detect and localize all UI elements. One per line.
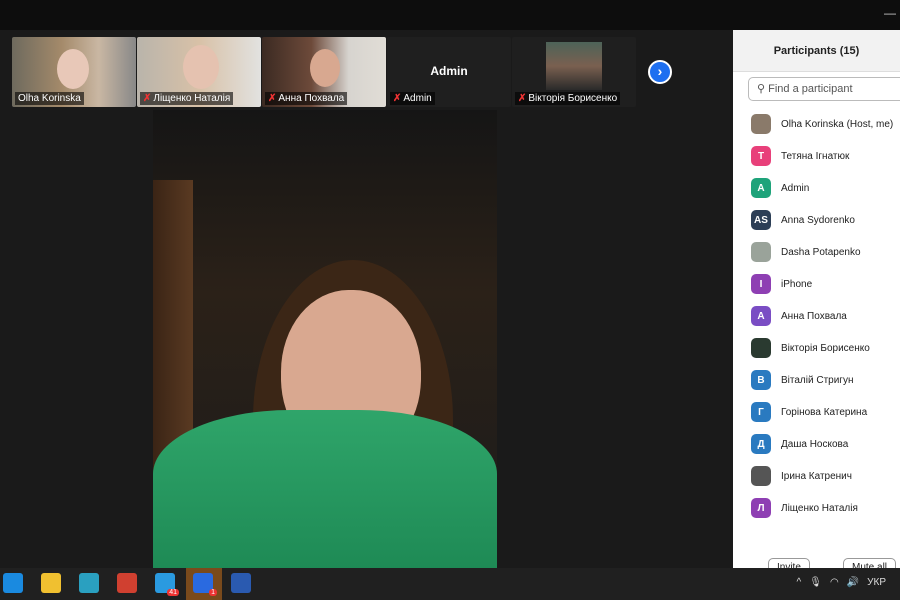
- avatar: A: [751, 178, 771, 198]
- panel-title: Participants (15): [733, 30, 900, 72]
- badge: 1: [209, 589, 217, 596]
- participant-name: Admin: [403, 93, 432, 104]
- participant-name: Анна Похвала: [781, 310, 847, 322]
- avatar: Г: [751, 402, 771, 422]
- avatar: AS: [751, 210, 771, 230]
- avatar: A: [751, 306, 771, 326]
- language-indicator[interactable]: УКР: [867, 577, 886, 588]
- chevron-right-icon: ›: [657, 63, 663, 79]
- avatar: I: [751, 274, 771, 294]
- participant-name: Ліщенко Наталія: [781, 502, 858, 514]
- active-speaker-video: [153, 110, 497, 568]
- participant-name: Ліщенко Наталія: [153, 93, 231, 104]
- mic-muted-icon: ✗: [143, 93, 152, 104]
- participant-item[interactable]: Г Горінова Катерина: [733, 396, 900, 428]
- next-page-button[interactable]: ›: [648, 60, 672, 84]
- participants-panel: Participants (15) ⚲ Find a participant O…: [733, 30, 900, 578]
- participant-item[interactable]: Д Даша Носкова: [733, 428, 900, 460]
- edge-icon[interactable]: [79, 573, 99, 593]
- participant-name: Anna Sydorenko: [781, 214, 855, 226]
- participant-item[interactable]: A Анна Похвала: [733, 300, 900, 332]
- video-tile[interactable]: ✗ Вікторія Борисенко: [512, 37, 636, 107]
- mic-muted-icon: ✗: [268, 93, 277, 104]
- avatar: [751, 242, 771, 262]
- badge: 41: [167, 589, 179, 596]
- participant-item[interactable]: A Admin: [733, 172, 900, 204]
- participant-name: Горінова Катерина: [781, 406, 868, 418]
- title-bar: —: [0, 0, 900, 30]
- mail-icon[interactable]: [3, 573, 23, 593]
- avatar: [751, 338, 771, 358]
- chrome-icon[interactable]: [117, 573, 137, 593]
- participant-name: Даша Носкова: [781, 438, 849, 450]
- participant-name: Вікторія Борисенко: [781, 342, 870, 354]
- participant-item[interactable]: Т Тетяна Ігнатюк: [733, 140, 900, 172]
- volume-icon[interactable]: 🔊: [847, 577, 859, 588]
- telegram-icon[interactable]: 41: [155, 573, 179, 596]
- participant-item[interactable]: IiPhone: [733, 268, 900, 300]
- participant-item[interactable]: Ірина Катренич: [733, 460, 900, 492]
- participant-item[interactable]: Dasha Potapenko: [733, 236, 900, 268]
- participant-item[interactable]: B Віталій Стригун: [733, 364, 900, 396]
- avatar: Д: [751, 434, 771, 454]
- minimize-icon[interactable]: —: [884, 6, 896, 20]
- thumbnail-strip: Olha Korinska ✗ Ліщенко Наталія ✗ Анна Пох…: [12, 37, 638, 107]
- participant-name: iPhone: [781, 278, 813, 290]
- participant-name: Тетяна Ігнатюк: [781, 150, 850, 162]
- chevron-up-icon[interactable]: ^: [797, 577, 802, 588]
- participant-name: Віталій Стригун: [781, 374, 854, 386]
- participant-item[interactable]: Л Ліщенко Наталія: [733, 492, 900, 524]
- mic-muted-icon: ✗: [393, 93, 402, 104]
- participant-name: Анна Похвала: [278, 93, 345, 104]
- zoom-icon[interactable]: 1: [193, 573, 217, 596]
- participant-item[interactable]: Вікторія Борисенко: [733, 332, 900, 364]
- participant-center-name: Admin: [430, 64, 468, 78]
- video-tile[interactable]: ✗ Ліщенко Наталія: [137, 37, 261, 107]
- file-explorer-icon[interactable]: [41, 573, 61, 593]
- video-tile[interactable]: Olha Korinska: [12, 37, 136, 107]
- microphone-icon[interactable]: 🎙: [809, 577, 822, 588]
- avatar: Л: [751, 498, 771, 518]
- participant-list: Olha Korinska (Host, me) Т Тетяна Ігнатюк A…: [733, 108, 900, 524]
- search-icon: ⚲: [757, 83, 769, 95]
- participant-name: Ірина Катренич: [781, 470, 852, 482]
- video-tile[interactable]: Admin ✗ Admin: [387, 37, 511, 107]
- avatar: Т: [751, 146, 771, 166]
- video-tile[interactable]: ✗ Анна Похвала: [262, 37, 386, 107]
- avatar: [751, 114, 771, 134]
- video-stage: Olha Korinska ✗ Ліщенко Наталія ✗ Анна Пох…: [0, 30, 733, 568]
- participant-name: Вікторія Борисенко: [528, 93, 618, 104]
- participant-item[interactable]: Olha Korinska (Host, me): [733, 108, 900, 140]
- participant-name: Admin: [781, 182, 810, 194]
- search-input[interactable]: ⚲ Find a participant: [748, 77, 900, 101]
- system-tray: ^ 🎙 ◠ 🔊 УКР: [797, 577, 886, 588]
- taskbar: 41 1 ^ 🎙 ◠ 🔊 УКР: [0, 568, 900, 600]
- participant-item[interactable]: AS Anna Sydorenko: [733, 204, 900, 236]
- wifi-icon[interactable]: ◠: [830, 577, 839, 588]
- avatar: [751, 466, 771, 486]
- word-icon[interactable]: [231, 573, 251, 593]
- participant-name: Olha Korinska: [18, 93, 81, 104]
- mic-muted-icon: ✗: [518, 93, 527, 104]
- participant-name: Dasha Potapenko: [781, 246, 861, 258]
- participant-name: Olha Korinska (Host, me): [781, 118, 894, 130]
- profile-picture: [546, 42, 602, 90]
- avatar: B: [751, 370, 771, 390]
